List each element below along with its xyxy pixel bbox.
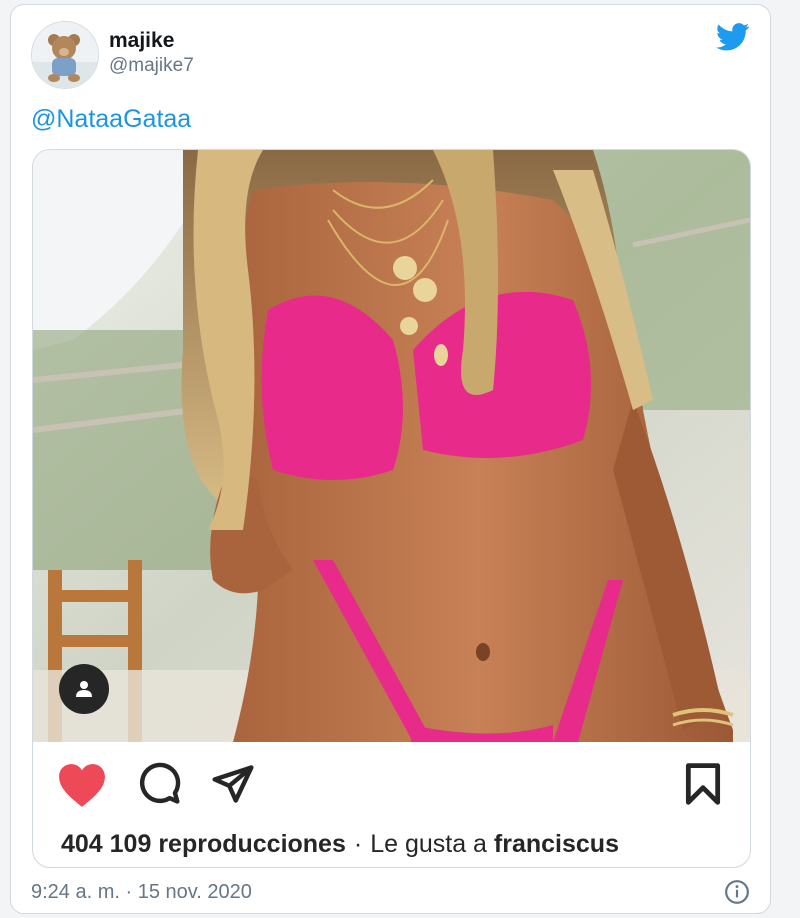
info-icon[interactable] bbox=[724, 879, 750, 905]
stats-separator: · bbox=[353, 830, 363, 858]
user-tag-icon bbox=[76, 681, 92, 697]
heart-icon[interactable] bbox=[57, 762, 107, 808]
user-name[interactable]: majike bbox=[109, 29, 174, 53]
comment-icon[interactable] bbox=[137, 762, 181, 806]
teddy-bear-avatar-icon bbox=[32, 22, 98, 88]
post-stats: 404 109 reproducciones · Le gusta a franci… bbox=[61, 830, 619, 859]
user-handle[interactable]: @majike7 bbox=[109, 55, 194, 77]
liked-by-prefix: Le gusta a bbox=[370, 830, 487, 858]
instagram-embed[interactable]: 404 109 reproducciones · Le gusta a franci… bbox=[32, 149, 751, 868]
liked-by-user[interactable]: franciscus bbox=[494, 830, 619, 858]
mention-link[interactable]: @NataaGataa bbox=[31, 105, 191, 134]
post-photo[interactable] bbox=[33, 150, 750, 742]
action-bar bbox=[33, 742, 750, 822]
tweet-card: majike @majike7 @NataaGataa 404 109 repr… bbox=[10, 4, 771, 914]
views-count[interactable]: 404 109 reproducciones bbox=[61, 830, 346, 858]
user-tag-button[interactable] bbox=[59, 664, 109, 714]
twitter-bird-icon[interactable] bbox=[716, 23, 750, 51]
tweet-timestamp[interactable]: 9:24 a. m. · 15 nov. 2020 bbox=[31, 881, 252, 904]
share-icon[interactable] bbox=[211, 762, 255, 806]
avatar[interactable] bbox=[31, 21, 99, 89]
bookmark-icon[interactable] bbox=[683, 762, 723, 806]
